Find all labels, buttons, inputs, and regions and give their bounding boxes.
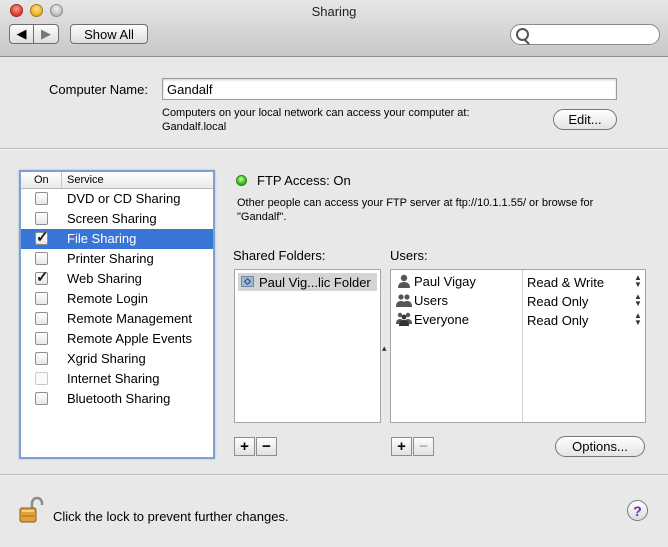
service-checkbox[interactable] xyxy=(35,352,48,365)
service-row[interactable]: Remote Management xyxy=(21,309,213,329)
users-list[interactable]: Paul Vigay Read & Write ▲ ▼ Users Read Only ▲ ▼… xyxy=(390,269,646,423)
service-label: Screen Sharing xyxy=(67,211,157,226)
permission-popup[interactable]: Read & Write xyxy=(527,275,604,290)
service-row[interactable]: DVD or CD Sharing xyxy=(21,189,213,209)
user-name: Paul Vigay xyxy=(414,274,476,289)
user-name: Everyone xyxy=(414,312,469,327)
add-shared-folder-button[interactable]: + xyxy=(234,437,255,456)
service-checkbox[interactable] xyxy=(35,228,49,246)
users-label: Users: xyxy=(390,248,428,263)
back-arrow-icon: ◀ xyxy=(16,26,27,41)
ftp-description: Other people can access your FTP server … xyxy=(237,196,647,224)
service-list-header: On Service xyxy=(21,172,213,189)
service-rows: DVD or CD Sharing Screen Sharing File Shar… xyxy=(21,189,213,409)
service-row[interactable]: Remote Login xyxy=(21,289,213,309)
single-user-icon xyxy=(396,274,412,288)
service-row[interactable]: Remote Apple Events xyxy=(21,329,213,349)
ftp-description-line: Other people can access your FTP server … xyxy=(237,197,594,209)
service-checkbox[interactable] xyxy=(35,212,48,225)
service-label: Remote Login xyxy=(67,291,148,306)
permission-popup[interactable]: Read Only xyxy=(527,294,588,309)
service-checkbox[interactable] xyxy=(35,332,48,345)
remove-user-button[interactable]: − xyxy=(413,437,434,456)
service-checkbox[interactable] xyxy=(35,192,48,205)
lock-message: Click the lock to prevent further change… xyxy=(53,509,289,524)
user-row[interactable]: Users Read Only ▲ ▼ xyxy=(391,291,645,310)
splitter-handle-icon[interactable]: ▴ xyxy=(382,343,387,354)
service-list[interactable]: On Service DVD or CD Sharing Screen Shari… xyxy=(19,170,215,459)
lock-icon[interactable] xyxy=(19,496,45,524)
search-field[interactable] xyxy=(510,24,660,45)
options-button[interactable]: Options... xyxy=(555,436,645,457)
service-checkbox[interactable] xyxy=(35,252,48,265)
ftp-description-line: "Gandalf". xyxy=(237,211,287,223)
service-row[interactable]: Web Sharing xyxy=(21,268,213,289)
help-button[interactable]: ? xyxy=(627,500,648,521)
service-row[interactable]: Printer Sharing xyxy=(21,249,213,269)
status-indicator-icon xyxy=(236,175,247,186)
shared-folder-row[interactable]: Paul Vig...lic Folder xyxy=(238,273,377,291)
computer-name-description-line: Computers on your local network can acce… xyxy=(162,107,470,119)
service-checkbox[interactable] xyxy=(35,312,48,325)
service-label: Remote Management xyxy=(67,311,193,326)
title-bar: Sharing ◀ ▶ Show All xyxy=(0,0,668,57)
top-divider xyxy=(0,148,668,150)
computer-name-label: Computer Name: xyxy=(49,82,148,97)
popup-arrows-icon[interactable]: ▲ ▼ xyxy=(634,274,642,289)
service-row[interactable]: File Sharing xyxy=(21,228,213,249)
popup-arrows-icon[interactable]: ▲ ▼ xyxy=(634,293,642,308)
service-label: Bluetooth Sharing xyxy=(67,391,171,406)
service-label: File Sharing xyxy=(67,231,137,246)
shared-folders-label: Shared Folders: xyxy=(233,248,326,263)
local-hostname: Gandalf.local xyxy=(162,121,227,133)
popup-arrows-icon[interactable]: ▲ ▼ xyxy=(634,312,642,327)
computer-name-description: Computers on your local network can acce… xyxy=(162,106,542,134)
everyone-icon xyxy=(396,312,412,326)
service-row[interactable]: Internet Sharing xyxy=(21,369,213,389)
search-input[interactable] xyxy=(533,27,655,44)
show-all-button[interactable]: Show All xyxy=(70,24,148,44)
edit-hostname-button[interactable]: Edit... xyxy=(553,109,617,130)
user-name: Users xyxy=(414,293,448,308)
user-row[interactable]: Everyone Read Only ▲ ▼ xyxy=(391,310,645,329)
service-status-text: FTP Access: On xyxy=(257,173,351,188)
service-label: Web Sharing xyxy=(67,271,142,286)
service-checkbox xyxy=(35,372,48,385)
service-label: Internet Sharing xyxy=(67,371,160,386)
group-icon xyxy=(396,293,412,307)
sharing-window: Sharing ◀ ▶ Show All Computer Name: Comp… xyxy=(0,0,668,547)
service-label: Remote Apple Events xyxy=(67,331,193,346)
service-label: DVD or CD Sharing xyxy=(67,191,181,206)
shared-folders-list[interactable]: Paul Vig...lic Folder xyxy=(234,269,381,423)
bottom-divider xyxy=(0,474,668,476)
column-header-on[interactable]: On xyxy=(34,174,49,186)
service-checkbox[interactable] xyxy=(35,292,48,305)
service-label: Printer Sharing xyxy=(67,251,154,266)
shared-folder-name: Paul Vig...lic Folder xyxy=(259,275,371,290)
service-label: Xgrid Sharing xyxy=(67,351,146,366)
permission-popup[interactable]: Read Only xyxy=(527,313,588,328)
public-folder-icon xyxy=(241,276,254,287)
column-header-service[interactable]: Service xyxy=(67,174,104,186)
computer-name-input[interactable] xyxy=(162,78,617,100)
window-title: Sharing xyxy=(311,4,357,19)
service-row[interactable]: Bluetooth Sharing xyxy=(21,389,213,409)
add-user-button[interactable]: + xyxy=(391,437,412,456)
remove-shared-folder-button[interactable]: − xyxy=(256,437,277,456)
user-row[interactable]: Paul Vigay Read & Write ▲ ▼ xyxy=(391,272,645,291)
back-button[interactable]: ◀ xyxy=(9,24,34,44)
service-checkbox[interactable] xyxy=(35,268,49,286)
column-separator xyxy=(61,172,62,188)
service-row[interactable]: Screen Sharing xyxy=(21,209,213,229)
forward-button[interactable]: ▶ xyxy=(33,24,59,44)
forward-arrow-icon: ▶ xyxy=(41,26,51,41)
search-icon xyxy=(516,28,529,41)
service-checkbox[interactable] xyxy=(35,392,48,405)
service-row[interactable]: Xgrid Sharing xyxy=(21,349,213,369)
